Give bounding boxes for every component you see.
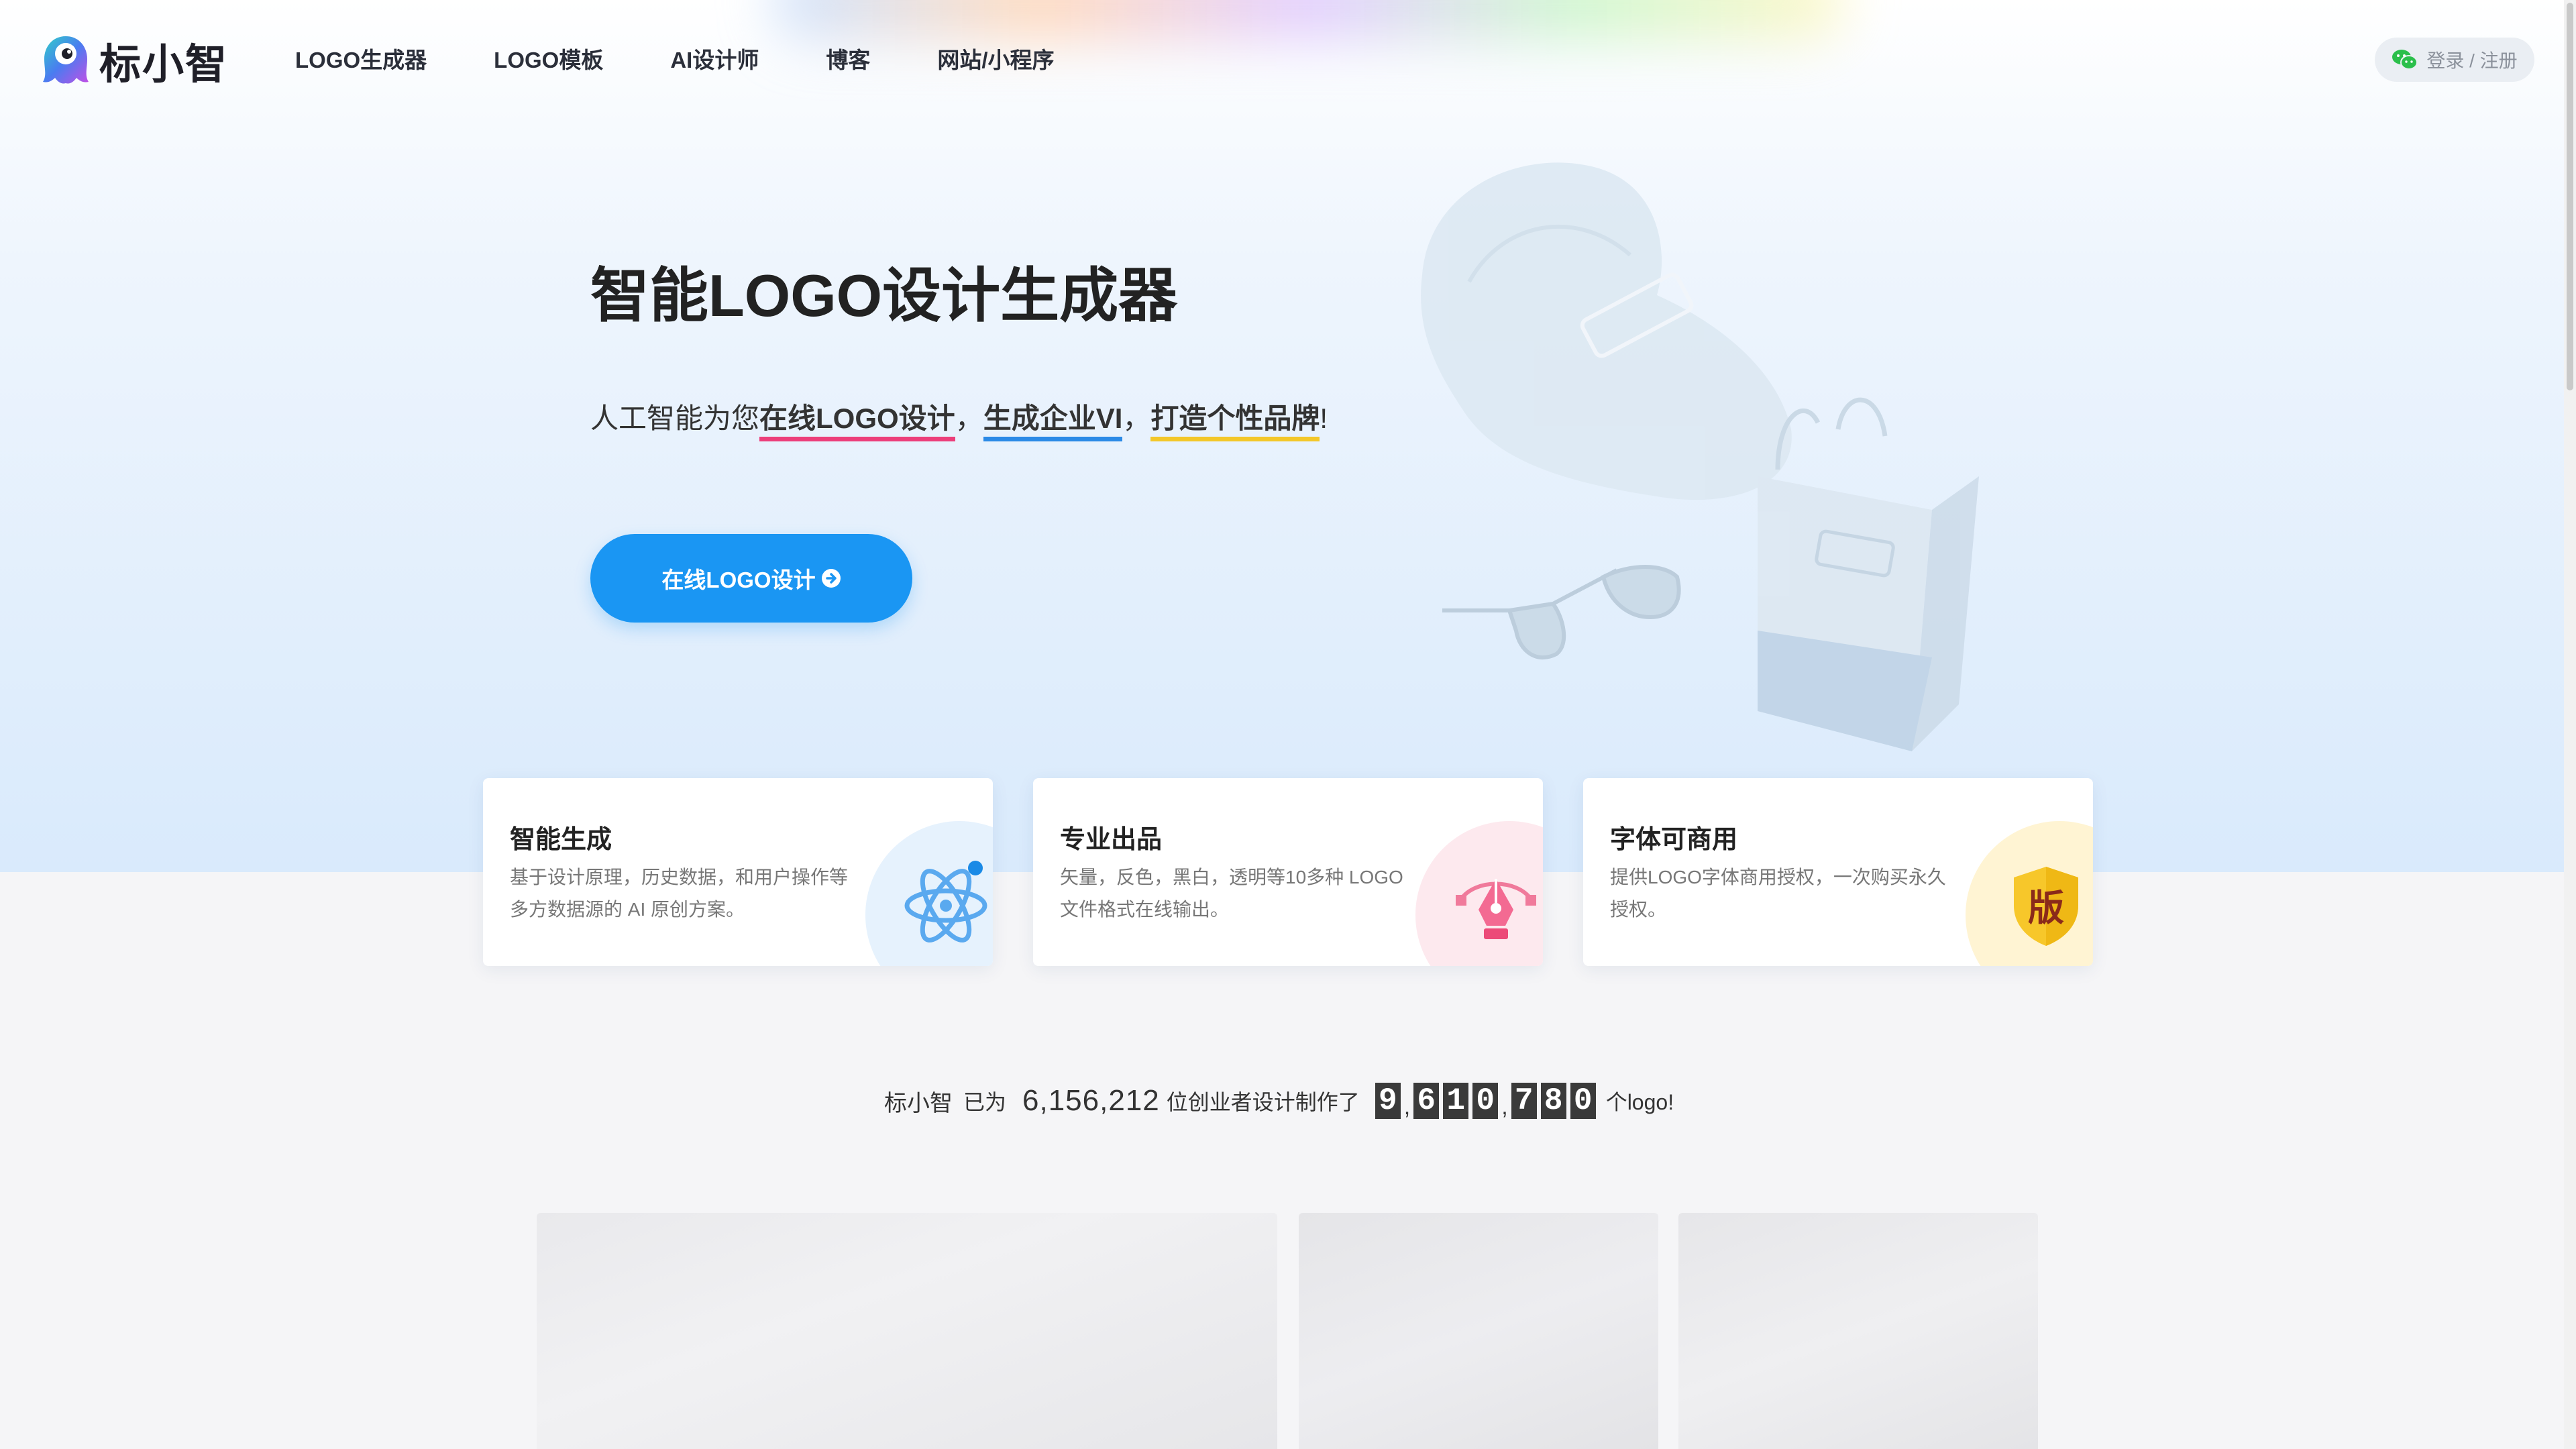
atom-icon bbox=[904, 861, 987, 943]
highlight-brand: 打造个性品牌 bbox=[1150, 402, 1320, 441]
feature-title: 字体可商用 bbox=[1610, 826, 1738, 854]
digit: 1 bbox=[1443, 1083, 1469, 1119]
nav-logo-generator[interactable]: LOGO生成器 bbox=[295, 43, 427, 78]
feature-card-commercial-fonts: 字体可商用 提供LOGO字体商用授权，一次购买永久授权。 版 bbox=[1583, 778, 2093, 966]
pen-tool-icon bbox=[1456, 879, 1536, 939]
gallery-image-2[interactable] bbox=[1299, 1213, 1658, 1449]
login-label: 登录 / 注册 bbox=[2426, 50, 2518, 71]
site-logo[interactable]: 标小智 bbox=[40, 32, 228, 89]
mascot-logo-icon bbox=[40, 34, 91, 87]
logo-wordmark: 标小智 bbox=[99, 42, 229, 88]
nav-website-miniprogram[interactable]: 网站/小程序 bbox=[937, 43, 1054, 78]
highlight-online-logo: 在线LOGO设计 bbox=[759, 402, 955, 441]
digit-separator: , bbox=[1403, 1094, 1411, 1120]
shopping-bag-image bbox=[1758, 397, 1979, 751]
feature-desc: 矢量，反色，黑白，透明等10多种 LOGO 文件格式在线输出。 bbox=[1060, 867, 1403, 920]
feature-card-smart-generation: 智能生成 基于设计原理，历史数据，和用户操作等多方数据源的 AI 原创方案。 bbox=[483, 778, 993, 966]
hero-subtitle: 人工智能为您在线LOGO设计，生成企业VI，打造个性品牌! bbox=[590, 396, 1328, 441]
arrow-circle-right-icon bbox=[821, 569, 841, 588]
main-nav: LOGO生成器 LOGO模板 AI设计师 博客 网站/小程序 bbox=[295, 43, 1122, 78]
highlight-vi: 生成企业VI bbox=[983, 402, 1123, 441]
feature-title: 智能生成 bbox=[510, 826, 612, 854]
digit: 0 bbox=[1472, 1083, 1499, 1119]
merchandise-illustration bbox=[1421, 162, 1979, 751]
nav-ai-designer[interactable]: AI设计师 bbox=[670, 43, 759, 78]
counter-already: 已为 bbox=[963, 1090, 1007, 1114]
online-logo-design-button[interactable]: 在线LOGO设计 bbox=[590, 534, 912, 623]
subtitle-comma: ， bbox=[1122, 402, 1151, 434]
subtitle-end: ! bbox=[1320, 402, 1328, 434]
subtitle-text: 人工智能为您 bbox=[590, 402, 760, 434]
digit: 0 bbox=[1570, 1083, 1596, 1119]
logo-counter: 标小智 已为 6,156,212 位创业者设计制作了 9 , 6 1 0 , 7… bbox=[884, 1077, 1674, 1124]
digit: 7 bbox=[1511, 1083, 1537, 1119]
nav-logo-templates[interactable]: LOGO模板 bbox=[494, 43, 603, 78]
wechat-icon bbox=[2392, 50, 2418, 70]
digit: 9 bbox=[1375, 1083, 1401, 1119]
scrollbar-thumb[interactable] bbox=[2567, 3, 2573, 390]
digit: 6 bbox=[1413, 1083, 1440, 1119]
feature-title: 专业出品 bbox=[1060, 826, 1163, 854]
gallery-image-3[interactable] bbox=[1678, 1213, 2038, 1449]
digit-separator: , bbox=[1501, 1094, 1508, 1120]
sunglasses-image bbox=[1442, 565, 1681, 659]
subtitle-comma: ， bbox=[955, 402, 983, 434]
cap-image bbox=[1421, 162, 1792, 500]
copyright-shield-icon: 版 bbox=[2014, 867, 2078, 946]
shield-badge-text: 版 bbox=[2028, 887, 2064, 929]
feature-desc: 基于设计原理，历史数据，和用户操作等多方数据源的 AI 原创方案。 bbox=[510, 867, 849, 920]
hero-title: 智能LOGO设计生成器 bbox=[590, 262, 1178, 329]
cta-label: 在线LOGO设计 bbox=[661, 568, 816, 592]
gallery-image-1[interactable] bbox=[537, 1213, 1277, 1449]
digit: 8 bbox=[1540, 1083, 1566, 1119]
counter-designed: 位创业者设计制作了 bbox=[1166, 1090, 1360, 1114]
login-register-button[interactable]: 登录 / 注册 bbox=[2375, 38, 2534, 82]
feature-desc: 提供LOGO字体商用授权，一次购买永久授权。 bbox=[1610, 867, 1946, 920]
counter-brand: 标小智 bbox=[884, 1090, 953, 1116]
nav-blog[interactable]: 博客 bbox=[826, 43, 870, 78]
feature-card-professional-output: 专业出品 矢量，反色，黑白，透明等10多种 LOGO 文件格式在线输出。 bbox=[1033, 778, 1543, 966]
founders-count: 6,156,212 bbox=[1022, 1084, 1160, 1117]
decorative-glow bbox=[771, 0, 1845, 40]
counter-suffix: 个logo! bbox=[1605, 1090, 1674, 1114]
